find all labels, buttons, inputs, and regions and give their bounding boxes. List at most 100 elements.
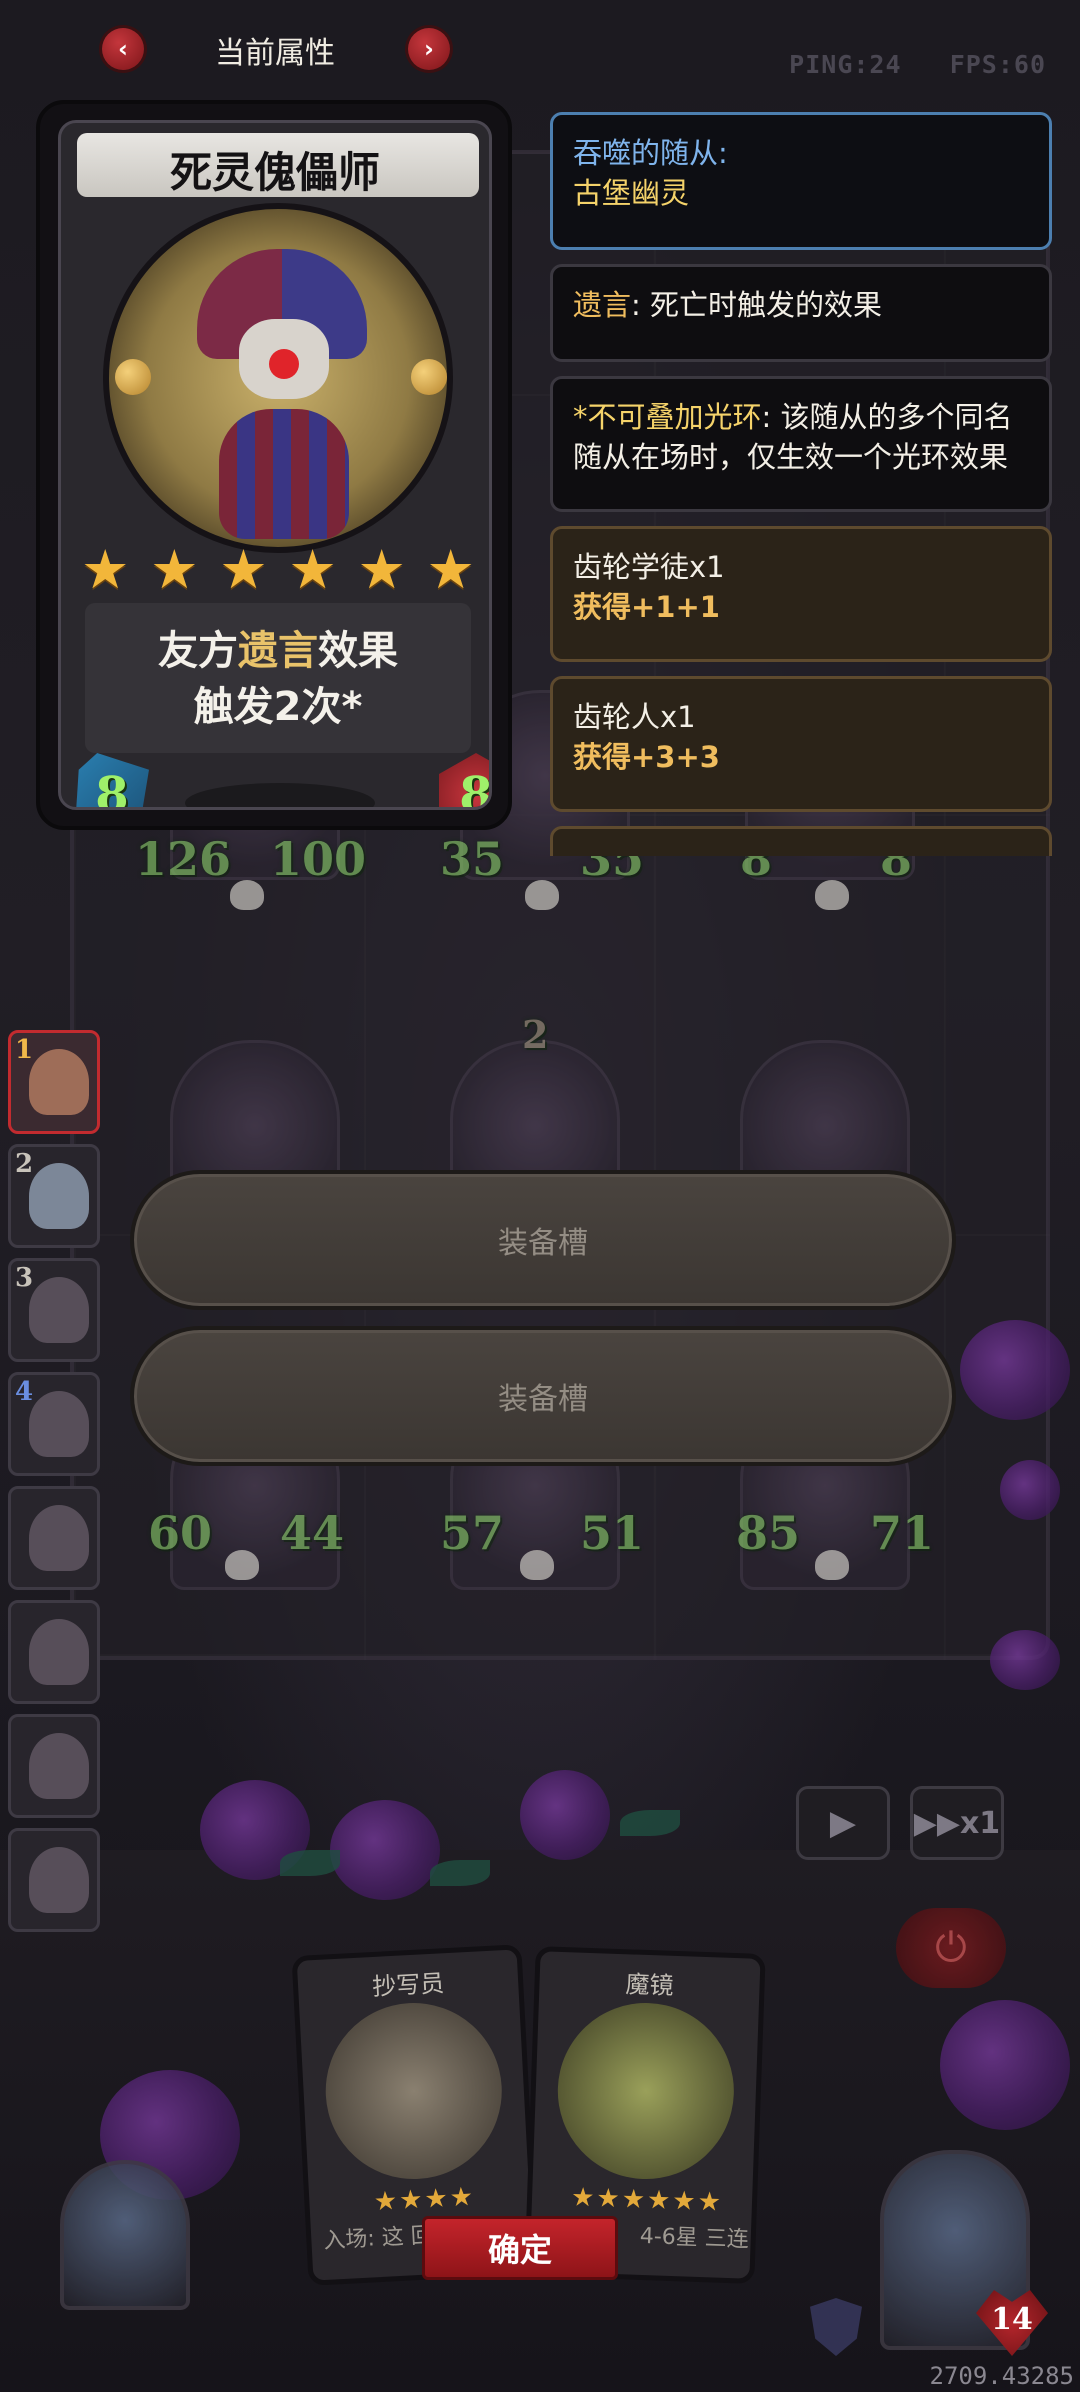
ally-portrait[interactable]: 1 [8,1030,100,1134]
next-button[interactable]: › [408,28,450,70]
deathrattle-keyword: 遗言 [573,288,632,322]
health-value: 8 [459,767,492,810]
leaf-decoration [280,1850,340,1876]
bell-ornament [115,359,151,395]
ally-face [29,1505,89,1571]
chevron-left-icon: ‹ [118,35,128,63]
tier-badge: 2 [522,1012,549,1057]
ally-face [29,1049,89,1115]
jester-body [219,409,349,539]
leaf-decoration [430,1860,490,1886]
ally-number: 1 [15,1035,34,1065]
star-icon: ★ [81,538,130,601]
ally-face [29,1391,89,1457]
bell-ornament [411,359,447,395]
ally-portrait[interactable]: 2 [8,1144,100,1248]
fast-forward-icon: ▶▶ [913,1805,960,1841]
ally-portrait[interactable] [8,1828,100,1932]
ally-portrait[interactable]: 4 [8,1372,100,1476]
ally-portrait[interactable] [8,1486,100,1590]
perf-readout: PING:24 FPS:60 [789,50,1046,79]
deathrattle-box: 遗言: 死亡时触发的效果 [550,264,1052,362]
minion-card: 死灵傀儡师 ★ ★ ★ ★ ★ ★ 友方遗言效果 触发2次* 8 8 [36,100,512,830]
ally-portrait[interactable] [8,1600,100,1704]
minion-health: 44 [280,1506,345,1560]
card-stars: ★ ★ ★ ★ ★ ★ [81,543,475,597]
skull-icon [230,880,264,910]
minion-attack: 85 [736,1506,801,1560]
card-face: 死灵傀儡师 ★ ★ ★ ★ ★ ★ 友方遗言效果 触发2次* 8 8 [58,120,492,810]
ping-readout: PING:24 [789,50,902,79]
rose-decoration [520,1770,610,1860]
fps-readout: FPS:60 [949,50,1046,79]
card-base-shadow [185,783,375,807]
minion-attack: 126 [135,832,232,886]
health-gem: 8 [439,753,492,810]
rose-decoration [1000,1460,1060,1520]
shop-card-stars: ★★★★★★ [570,2182,724,2218]
ally-face [29,1733,89,1799]
star-icon: ★ [357,538,406,601]
equipment-slot[interactable]: 装备槽 [130,1326,956,1466]
buff-effect: 获得+3+3 [573,740,720,774]
aura-keyword: *不可叠加光环 [573,400,762,434]
card-text-suffix: 效果 [318,628,398,674]
rose-decoration [960,1320,1070,1420]
card-text-prefix: 友方 [158,628,238,674]
ally-portrait[interactable] [8,1714,100,1818]
play-button[interactable]: ▶ [796,1786,890,1860]
buff-box: 齿轮学徒x1 获得+1+1 [550,526,1052,662]
ally-number: 2 [15,1149,34,1179]
chevron-right-icon: › [424,35,434,63]
minion-health: 51 [580,1506,645,1560]
ally-face [29,1277,89,1343]
minion-health: 71 [870,1506,935,1560]
rose-decoration [990,1630,1060,1690]
play-icon: ▶ [829,1803,857,1843]
equipment-slot[interactable]: 装备槽 [130,1170,956,1310]
devoured-value: 古堡幽灵 [573,176,690,210]
card-name: 死灵傀儡师 [169,148,380,197]
star-icon: ★ [288,538,337,601]
confirm-button[interactable]: 确定 [422,2216,618,2280]
card-description: 友方遗言效果 触发2次* [85,623,471,735]
shop-card-stars: ★★★★ [373,2181,476,2218]
prev-button[interactable]: ‹ [102,28,144,70]
minion-health: 100 [270,832,367,886]
skull-icon [520,1550,554,1580]
star-icon: ★ [219,538,268,601]
ally-face [29,1163,89,1229]
buff-effect: 获得+1+1 [573,590,720,624]
minion-attack: 57 [440,1506,505,1560]
skull-icon [815,1550,849,1580]
player-hero[interactable] [60,2160,190,2310]
speed-button[interactable]: ▶▶ x1 [910,1786,1004,1860]
ally-portrait[interactable]: 3 [8,1258,100,1362]
session-id: 2709.43285 [929,2362,1075,2390]
buff-name: 齿轮学徒x1 [573,550,725,584]
star-icon: ★ [150,538,199,601]
leaf-decoration [620,1810,680,1836]
power-button[interactable]: ⏻ [896,1908,1006,1988]
rose-decoration [330,1800,440,1900]
speed-value: x1 [959,1805,1001,1841]
minion-attack: 35 [440,832,505,886]
power-icon: ⏻ [935,1925,967,1971]
jester-nose [269,349,299,379]
attribute-panel[interactable]: 吞噬的随从: 古堡幽灵 遗言: 死亡时触发的效果 *不可叠加光环: 该随从的多个… [550,112,1052,856]
buff-name: 齿轮人x1 [573,700,696,734]
devoured-box: 吞噬的随从: 古堡幽灵 [550,112,1052,250]
card-portrait [103,203,453,553]
devoured-label: 吞噬的随从: [573,136,728,170]
rose-decoration [940,2000,1070,2130]
minion-attack: 60 [148,1506,213,1560]
buff-box-partial [550,826,1052,856]
attack-gem: 8 [75,753,149,807]
shop-card-title: 魔镜 [625,1970,675,2000]
shop-card-art [554,1999,737,2183]
skull-icon [525,880,559,910]
star-icon: ★ [426,538,475,601]
ally-number: 4 [15,1377,34,1407]
skull-icon [815,880,849,910]
card-text-line2: 触发2次* [193,684,363,730]
